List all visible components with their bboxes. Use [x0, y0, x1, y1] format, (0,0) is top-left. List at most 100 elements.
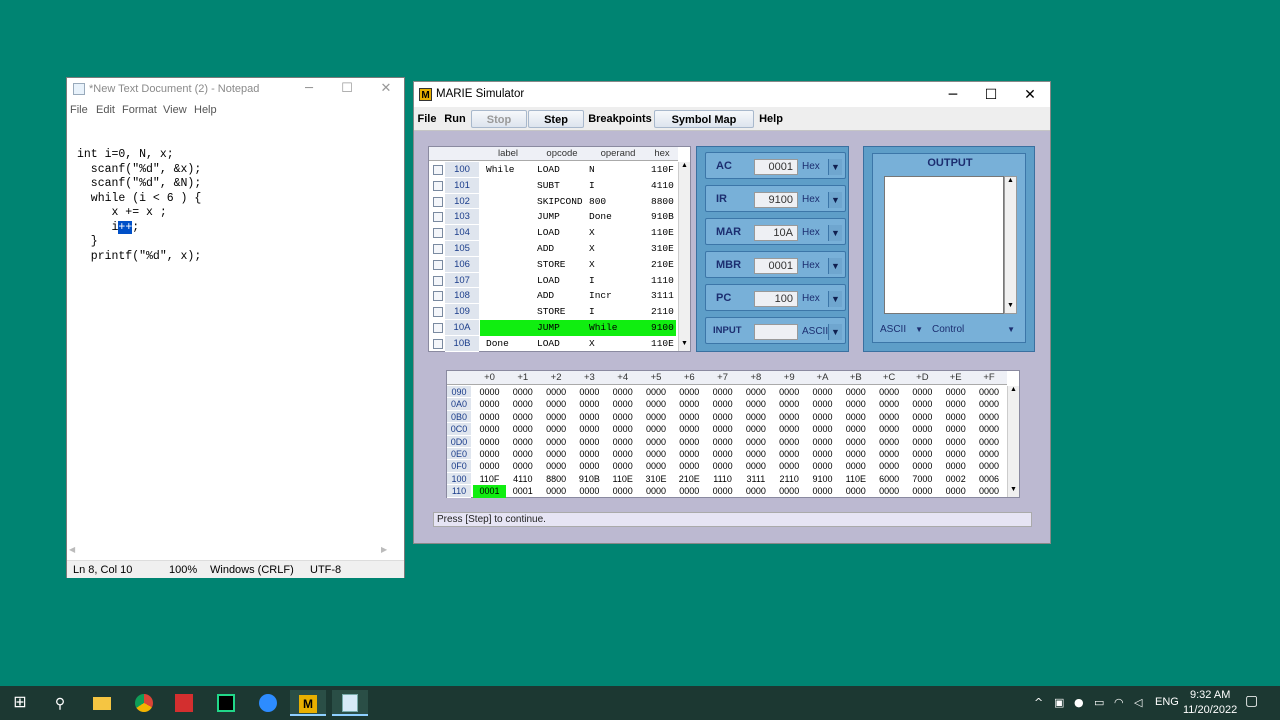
- memory-cell[interactable]: 0000: [839, 448, 872, 460]
- close-icon[interactable]: ✕: [376, 80, 396, 98]
- memory-cell[interactable]: 6000: [873, 473, 906, 485]
- memory-cell[interactable]: 9100: [806, 473, 839, 485]
- memory-cell[interactable]: 0000: [673, 485, 706, 497]
- memory-cell[interactable]: 0000: [739, 398, 772, 410]
- menu-help[interactable]: Help: [757, 110, 785, 128]
- memory-cell[interactable]: 0000: [606, 485, 639, 497]
- memory-cell[interactable]: 0000: [673, 448, 706, 460]
- battery-icon[interactable]: ▭: [1094, 696, 1104, 709]
- memory-cell[interactable]: 0000: [640, 436, 673, 448]
- breakpoint-checkbox[interactable]: [433, 323, 443, 333]
- breakpoint-checkbox[interactable]: [433, 212, 443, 223]
- memory-cell[interactable]: 0000: [506, 386, 539, 398]
- memory-cell[interactable]: 0000: [773, 436, 806, 448]
- memory-cell[interactable]: 0000: [973, 448, 1006, 460]
- register-format[interactable]: Hex: [799, 258, 827, 274]
- memory-cell[interactable]: 0000: [839, 485, 872, 497]
- memory-cell[interactable]: 0000: [640, 448, 673, 460]
- memory-cell[interactable]: 0000: [839, 386, 872, 398]
- breakpoint-checkbox[interactable]: [433, 259, 443, 270]
- memory-cell[interactable]: 0000: [573, 460, 606, 472]
- memory-cell[interactable]: 0000: [706, 386, 739, 398]
- memory-cell[interactable]: 0000: [973, 460, 1006, 472]
- memory-cell[interactable]: 0000: [873, 386, 906, 398]
- memory-cell[interactable]: 0000: [706, 411, 739, 423]
- memory-cell[interactable]: 4110: [506, 473, 539, 485]
- memory-cell[interactable]: 0000: [973, 485, 1006, 497]
- program-row[interactable]: 106 STORE X 210E: [429, 256, 678, 273]
- chevron-down-icon[interactable]: ▼: [828, 159, 842, 175]
- step-button[interactable]: Step: [528, 110, 584, 128]
- memory-cell[interactable]: 0000: [540, 423, 573, 435]
- memory-cell[interactable]: 0000: [906, 460, 939, 472]
- memory-cell[interactable]: 0000: [973, 398, 1006, 410]
- memory-cell[interactable]: 0000: [906, 485, 939, 497]
- program-row[interactable]: 109 STORE I 2110: [429, 304, 678, 320]
- program-row[interactable]: 101 SUBT I 4110: [429, 177, 678, 194]
- program-row[interactable]: 104 LOAD X 110E: [429, 225, 678, 241]
- memory-cell[interactable]: 1110: [706, 473, 739, 485]
- menu-file[interactable]: File: [417, 110, 437, 128]
- memory-cell[interactable]: 0000: [973, 386, 1006, 398]
- memory-cell[interactable]: 0000: [873, 411, 906, 423]
- memory-cell[interactable]: 0000: [906, 411, 939, 423]
- memory-cell[interactable]: 0000: [606, 398, 639, 410]
- memory-cell[interactable]: 0000: [939, 448, 972, 460]
- language-indicator[interactable]: ENG: [1155, 696, 1179, 708]
- memory-cell[interactable]: 0000: [540, 485, 573, 497]
- memory-cell[interactable]: 0000: [473, 411, 506, 423]
- scroll-up-icon[interactable]: ▲: [681, 162, 688, 169]
- memory-cell[interactable]: 0000: [873, 436, 906, 448]
- memory-cell[interactable]: 0000: [873, 485, 906, 497]
- memory-cell[interactable]: 0000: [906, 448, 939, 460]
- memory-cell[interactable]: 8800: [540, 473, 573, 485]
- memory-cell[interactable]: 0000: [739, 411, 772, 423]
- search-icon[interactable]: ⚲: [42, 690, 78, 716]
- memory-cell[interactable]: 0000: [806, 485, 839, 497]
- memory-cell[interactable]: 0000: [939, 386, 972, 398]
- memory-cell[interactable]: 0000: [806, 423, 839, 435]
- memory-cell[interactable]: 0000: [673, 423, 706, 435]
- memory-cell[interactable]: 0000: [773, 485, 806, 497]
- output-mode-select[interactable]: Control ▼: [929, 322, 1019, 338]
- memory-cell[interactable]: 0000: [806, 436, 839, 448]
- scroll-right-icon[interactable]: ▶: [381, 545, 387, 554]
- memory-cell[interactable]: 0000: [773, 448, 806, 460]
- memory-cell[interactable]: 0000: [506, 411, 539, 423]
- memory-cell[interactable]: 0000: [673, 386, 706, 398]
- pycharm-icon[interactable]: [208, 690, 244, 716]
- memory-cell[interactable]: 310E: [640, 473, 673, 485]
- scroll-up-icon[interactable]: ▲: [1010, 386, 1017, 393]
- memory-cell[interactable]: 0000: [973, 423, 1006, 435]
- memory-cell[interactable]: 0000: [939, 436, 972, 448]
- memory-cell[interactable]: 0000: [739, 485, 772, 497]
- register-value[interactable]: 0001: [754, 258, 798, 274]
- maximize-icon[interactable]: ☐: [337, 80, 357, 98]
- memory-cell[interactable]: 0000: [473, 398, 506, 410]
- memory-cell[interactable]: 0000: [839, 436, 872, 448]
- register-value[interactable]: 100: [754, 291, 798, 307]
- memory-cell[interactable]: 0000: [906, 423, 939, 435]
- memory-cell[interactable]: 0000: [973, 436, 1006, 448]
- memory-cell[interactable]: 0001: [506, 485, 539, 497]
- memory-cell[interactable]: 0000: [939, 423, 972, 435]
- register-value[interactable]: 0001: [754, 159, 798, 175]
- memory-cell[interactable]: 0000: [573, 398, 606, 410]
- memory-cell[interactable]: 0002: [939, 473, 972, 485]
- minimize-icon[interactable]: ─: [941, 85, 965, 105]
- memory-cell[interactable]: 0000: [706, 398, 739, 410]
- memory-cell[interactable]: 0000: [473, 448, 506, 460]
- breakpoint-checkbox[interactable]: [433, 196, 443, 207]
- program-row[interactable]: 10B Done LOAD X 110E: [429, 335, 678, 352]
- memory-cell[interactable]: 0000: [706, 485, 739, 497]
- memory-cell[interactable]: 0000: [606, 423, 639, 435]
- memory-cell[interactable]: 7000: [906, 473, 939, 485]
- scroll-down-icon[interactable]: ▼: [681, 340, 688, 347]
- memory-cell[interactable]: 0000: [806, 460, 839, 472]
- register-format[interactable]: Hex: [799, 225, 827, 241]
- program-row[interactable]: 100 While LOAD N 110F: [429, 162, 678, 178]
- menu-run[interactable]: Run: [444, 110, 466, 128]
- memory-cell[interactable]: 0000: [739, 386, 772, 398]
- memory-cell[interactable]: 0000: [606, 386, 639, 398]
- output-format-select[interactable]: ASCII ▼: [877, 322, 925, 338]
